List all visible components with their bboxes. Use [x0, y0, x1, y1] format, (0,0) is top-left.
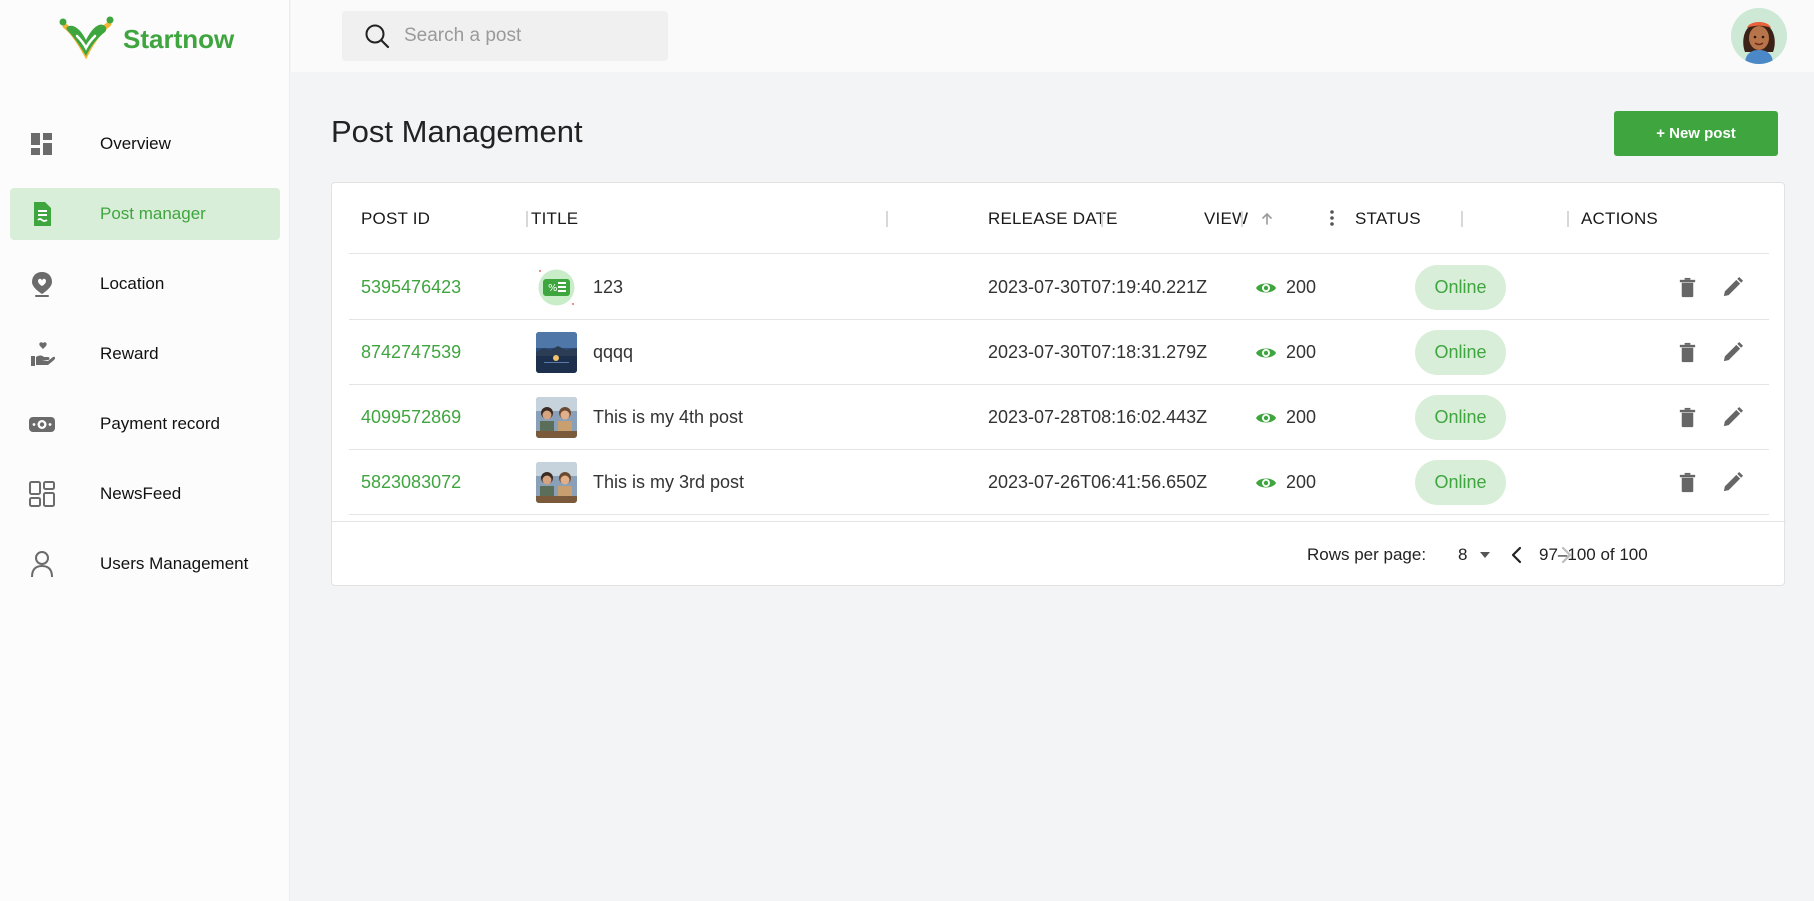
status-badge: Online [1415, 460, 1506, 505]
post-title: 123 [593, 277, 624, 297]
column-header-post-id[interactable]: POST ID [361, 183, 430, 254]
post-thumbnail [536, 397, 577, 438]
table-row[interactable]: 5823083072 This is my 3rd post 2023-07-26T… [349, 450, 1769, 515]
next-page-icon[interactable] [1554, 543, 1578, 567]
eye-icon [1256, 348, 1276, 358]
caret-down-icon [1480, 552, 1490, 558]
view-count: 200 [1286, 407, 1317, 427]
table-pagination: Rows per page: 8 97–100 of 100 [332, 521, 1786, 587]
column-separator[interactable] [1101, 211, 1103, 227]
sidebar-item-label: Overview [100, 134, 171, 153]
sidebar: Startnow Overview Post manager Location … [0, 0, 290, 901]
post-table: POST ID TITLE RELEASE DATE VIEW STATUS A… [331, 182, 1786, 587]
delete-icon[interactable] [1676, 471, 1699, 494]
post-title: This is my 4th post [593, 407, 744, 427]
search-input[interactable] [404, 25, 644, 47]
status-badge: Online [1415, 265, 1506, 310]
sidebar-item-label: Users Management [100, 554, 249, 573]
eye-icon [1256, 413, 1276, 423]
location-pin-icon [32, 272, 52, 297]
eye-icon [1256, 478, 1276, 488]
column-separator[interactable] [526, 211, 528, 227]
table-row[interactable]: 4099572869 This is my 4th post 2023-07-28T… [349, 385, 1769, 450]
column-header-title[interactable]: TITLE [531, 183, 578, 254]
grid-icon [29, 481, 55, 507]
rows-per-page-value: 8 [1458, 545, 1468, 564]
release-date: 2023-07-28T08:16:02.443Z [988, 407, 1208, 427]
cash-icon [29, 417, 55, 432]
sidebar-item-users-management[interactable]: Users Management [10, 538, 280, 590]
column-separator[interactable] [1241, 211, 1243, 227]
heart-logo-icon [59, 16, 114, 60]
sidebar-item-overview[interactable]: Overview [10, 118, 280, 170]
search-icon [365, 24, 390, 49]
table-header: POST ID TITLE RELEASE DATE VIEW STATUS A… [349, 183, 1769, 254]
sidebar-item-payment-record[interactable]: Payment record [10, 398, 280, 450]
table-row[interactable]: 8742747539 qqqq 2023-07-30T07:18:31.279Z 20… [349, 320, 1769, 385]
svg-text:%: % [548, 283, 558, 294]
release-date: 2023-07-30T07:18:31.279Z [988, 342, 1208, 362]
release-date: 2023-07-26T06:41:56.650Z [988, 472, 1208, 492]
post-id-link[interactable]: 4099572869 [361, 385, 461, 450]
document-icon [34, 202, 51, 226]
column-separator[interactable] [886, 211, 888, 227]
brand-name: Startnow [123, 23, 235, 54]
sidebar-nav: Overview Post manager Location Reward Pa… [0, 118, 290, 608]
sidebar-item-label: Post manager [100, 204, 206, 223]
sidebar-item-post-manager[interactable]: Post manager [10, 188, 280, 240]
post-thumbnail [536, 462, 577, 503]
column-menu-icon[interactable] [1322, 208, 1342, 228]
post-thumbnail [536, 332, 577, 373]
sidebar-item-label: NewsFeed [100, 484, 182, 503]
delete-icon[interactable] [1676, 341, 1699, 364]
column-separator[interactable] [1461, 211, 1463, 227]
post-id-link[interactable]: 5823083072 [361, 450, 461, 515]
table-row[interactable]: 5395476423% 123 2023-07-30T07:19:40.221Z 20… [349, 255, 1769, 320]
avatar[interactable] [1731, 8, 1787, 64]
edit-pencil-icon[interactable] [1721, 406, 1744, 429]
rows-per-page-select[interactable]: 8 [1458, 542, 1496, 568]
sidebar-item-label: Reward [100, 344, 159, 363]
column-header-actions: ACTIONS [1581, 209, 1658, 228]
topbar [291, 0, 1814, 72]
previous-page-icon[interactable] [1505, 543, 1529, 567]
column-header-release-date[interactable]: RELEASE DATE [988, 183, 1118, 254]
sidebar-item-reward[interactable]: Reward [10, 328, 280, 380]
eye-icon [1256, 283, 1276, 293]
post-title: qqqq [593, 342, 634, 362]
rows-per-page-label: Rows per page: [1307, 545, 1427, 564]
edit-pencil-icon[interactable] [1721, 471, 1744, 494]
new-post-button[interactable]: + New post [1614, 111, 1778, 156]
edit-pencil-icon[interactable] [1721, 276, 1744, 299]
view-count: 200 [1286, 277, 1317, 297]
sidebar-item-label: Payment record [100, 414, 220, 433]
post-id-link[interactable]: 5395476423 [361, 255, 461, 320]
sidebar-item-location[interactable]: Location [10, 258, 280, 310]
view-count: 200 [1286, 472, 1317, 492]
delete-icon[interactable] [1676, 406, 1699, 429]
column-separator[interactable] [1567, 211, 1569, 227]
delete-icon[interactable] [1676, 276, 1699, 299]
status-badge: Online [1415, 395, 1506, 440]
post-thumbnail: % [536, 267, 577, 308]
view-count: 200 [1286, 342, 1317, 362]
search-box[interactable] [342, 11, 668, 61]
sidebar-item-newsfeed[interactable]: NewsFeed [10, 468, 280, 520]
brand-logo[interactable]: Startnow [57, 16, 234, 62]
release-date: 2023-07-30T07:19:40.221Z [988, 277, 1208, 297]
user-avatar-icon [1731, 8, 1787, 64]
post-id-link[interactable]: 8742747539 [361, 320, 461, 385]
column-header-status[interactable]: STATUS [1355, 183, 1421, 254]
user-icon [31, 551, 53, 578]
sidebar-item-label: Location [100, 274, 165, 293]
post-title: This is my 3rd post [593, 472, 745, 492]
hand-heart-icon [31, 342, 56, 366]
edit-pencil-icon[interactable] [1721, 341, 1744, 364]
sort-ascending-icon[interactable] [1260, 212, 1274, 226]
page-title: Post Management [331, 114, 583, 149]
dashboard-icon [31, 133, 52, 155]
status-badge: Online [1415, 330, 1506, 375]
